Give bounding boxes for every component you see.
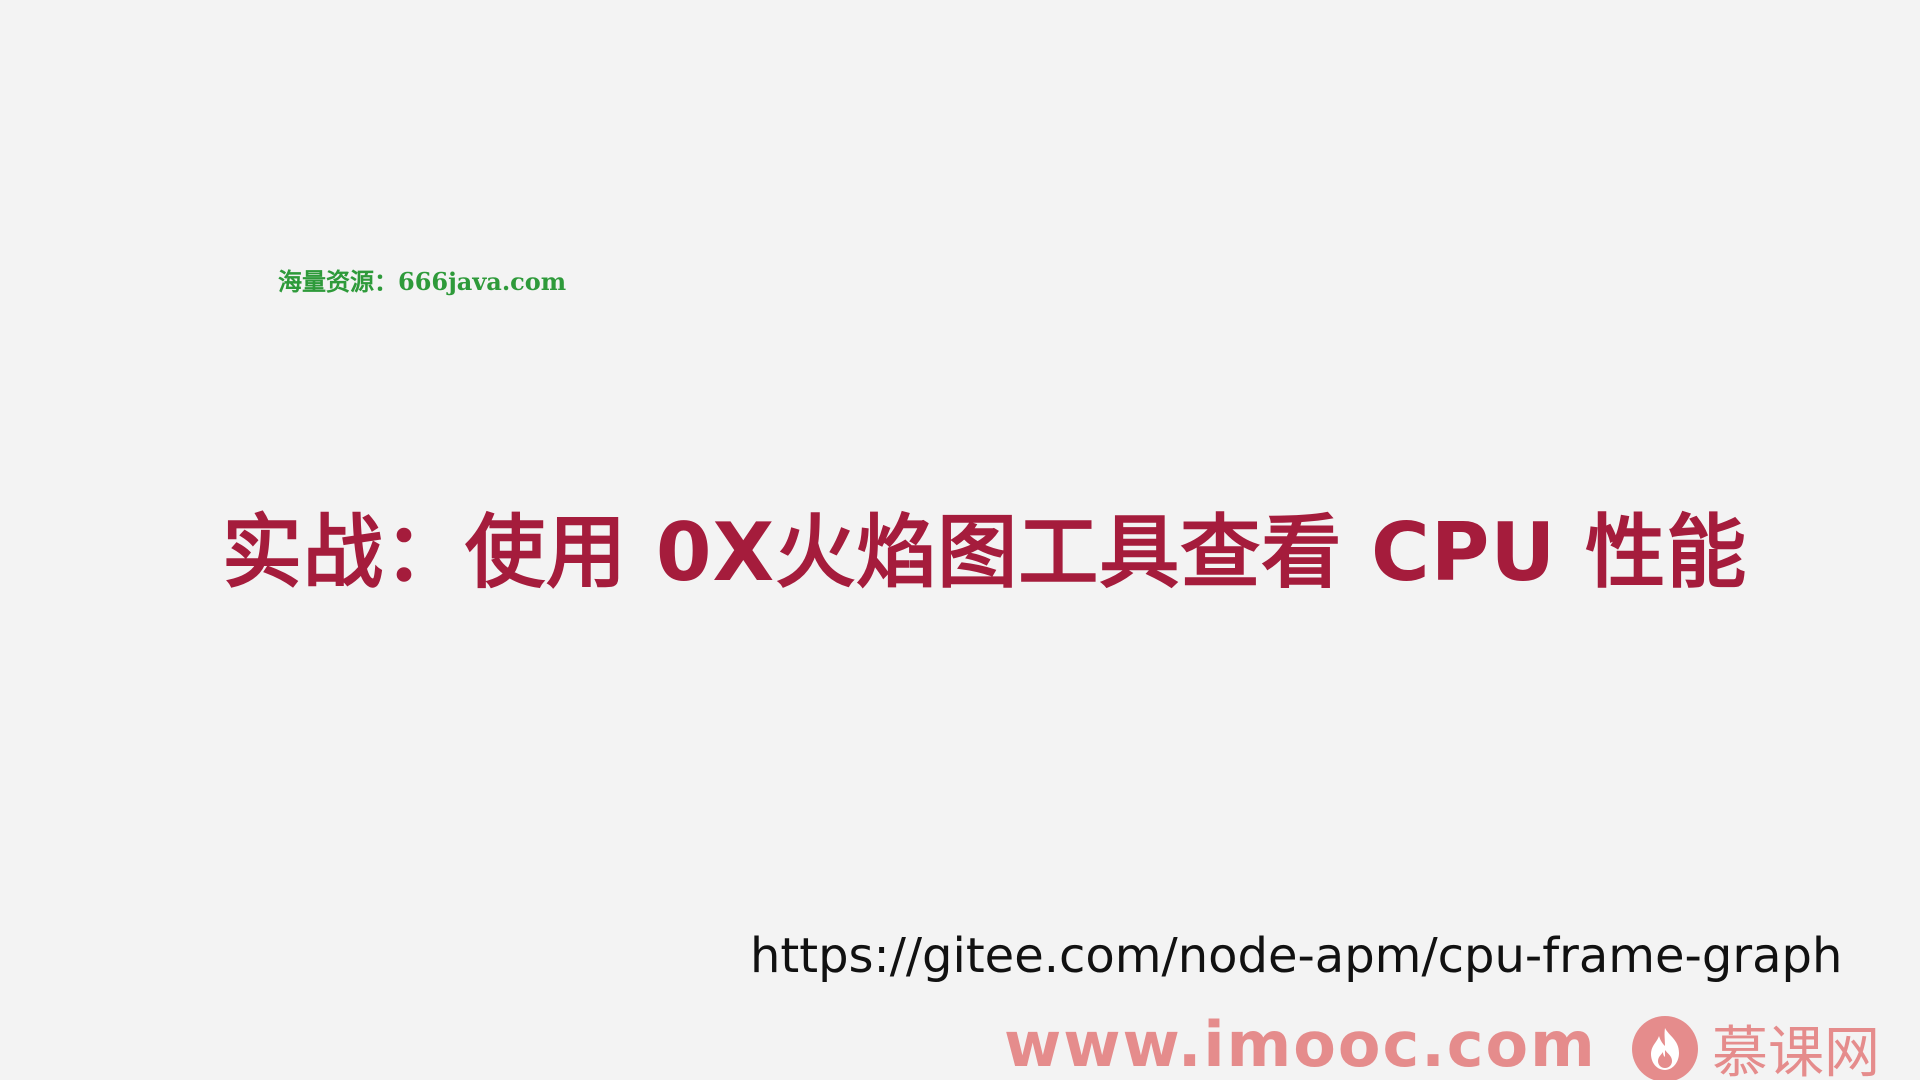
brand-logo: 慕课网 xyxy=(1632,1008,1880,1080)
flame-logo-icon xyxy=(1632,1015,1698,1080)
slide-canvas: 海量资源：666java.com 实战：使用 0X火焰图工具查看 CPU 性能 … xyxy=(0,0,1920,1080)
slide-title: 实战：使用 0X火焰图工具查看 CPU 性能 xyxy=(222,506,1748,599)
brand-name: 慕课网 xyxy=(1712,1021,1880,1080)
repo-url: https://gitee.com/node-apm/cpu-frame-gra… xyxy=(750,928,1843,984)
site-logo-text: www.imooc.com xyxy=(1004,1008,1597,1080)
watermark-text: 海量资源：666java.com xyxy=(278,267,567,296)
